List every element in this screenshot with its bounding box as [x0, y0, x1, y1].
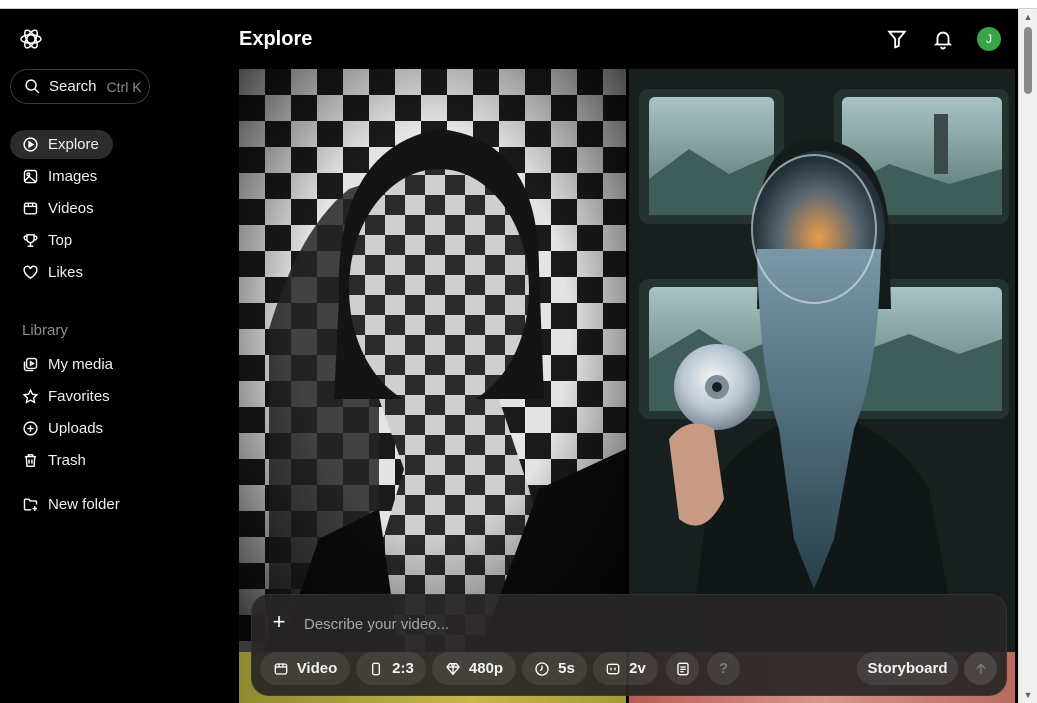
- storyboard-button[interactable]: Storyboard: [857, 652, 958, 685]
- scroll-thumb[interactable]: [1024, 27, 1032, 94]
- resolution-label: 480p: [468, 660, 504, 677]
- library-nav: My media Favorites Uploads Trash: [10, 350, 210, 478]
- media-icon: [23, 357, 38, 372]
- page-title: Explore: [239, 28, 313, 50]
- openai-logo-icon[interactable]: [19, 27, 43, 51]
- explore-icon: [23, 137, 38, 152]
- upload-icon: [23, 421, 38, 436]
- nav-label: New folder: [48, 496, 120, 513]
- nav-item-uploads[interactable]: Uploads: [10, 414, 210, 443]
- folder-nav: New folder: [10, 490, 210, 522]
- nav-label: Top: [48, 232, 73, 249]
- duration-label: 5s: [558, 660, 575, 677]
- new-folder-button[interactable]: New folder: [10, 490, 210, 519]
- search-button[interactable]: Search Ctrl K: [10, 69, 150, 104]
- nav-label: Uploads: [48, 420, 104, 437]
- help-button[interactable]: ?: [707, 652, 740, 685]
- trophy-icon: [23, 234, 38, 247]
- video-icon: [23, 202, 38, 215]
- folder-plus-icon: [23, 498, 38, 511]
- glass-head-portrait-image: [629, 69, 1015, 652]
- heart-icon: [23, 265, 38, 280]
- main-nav: Explore Images Videos Top Likes: [10, 130, 210, 290]
- variations-button[interactable]: 2v: [593, 652, 658, 685]
- search-icon: [25, 79, 40, 94]
- trash-icon: [24, 454, 37, 467]
- bell-icon[interactable]: [932, 28, 954, 50]
- library-section-title: Library: [22, 322, 68, 339]
- page-scrollbar[interactable]: ▲ ▼: [1018, 9, 1037, 703]
- clock-icon: [535, 661, 549, 676]
- star-icon: [22, 388, 39, 404]
- type-label: Video: [296, 660, 338, 677]
- nav-item-videos[interactable]: Videos: [10, 194, 210, 223]
- duration-button[interactable]: 5s: [522, 652, 587, 685]
- nav-label: Likes: [48, 264, 84, 281]
- submit-button[interactable]: [964, 652, 997, 685]
- nav-item-trash[interactable]: Trash: [10, 446, 210, 475]
- nav-item-likes[interactable]: Likes: [10, 258, 210, 287]
- prompt-input[interactable]: [304, 613, 904, 635]
- window-top-strip: [0, 0, 1037, 9]
- nav-label: My media: [48, 356, 114, 373]
- nav-label: Images: [48, 168, 98, 185]
- avatar[interactable]: J: [977, 27, 1001, 51]
- diamond-icon: [446, 662, 460, 675]
- nav-item-my-media[interactable]: My media: [10, 350, 210, 379]
- scroll-down-arrow-icon[interactable]: ▼: [1019, 687, 1037, 703]
- nav-item-images[interactable]: Images: [10, 162, 210, 191]
- gallery-tile-checkerboard-portrait[interactable]: [239, 69, 626, 652]
- search-label: Search: [49, 78, 97, 95]
- help-label: ?: [718, 660, 729, 677]
- nav-label: Explore: [48, 136, 99, 153]
- video-icon: [274, 662, 288, 675]
- variations-label: 2v: [629, 660, 646, 677]
- aspect-ratio-button[interactable]: 2:3: [356, 652, 426, 685]
- checkerboard-portrait-image: [239, 69, 626, 652]
- arrow-up-icon: [975, 662, 986, 674]
- portrait-ratio-icon: [372, 662, 381, 675]
- presets-icon: [676, 662, 689, 675]
- variations-icon: [606, 663, 620, 674]
- resolution-button[interactable]: 480p: [432, 652, 516, 685]
- type-select-button[interactable]: Video: [260, 652, 350, 685]
- nav-item-favorites[interactable]: Favorites: [10, 382, 210, 411]
- presets-button[interactable]: [666, 652, 699, 685]
- filter-icon[interactable]: [886, 28, 908, 50]
- image-icon: [23, 169, 38, 184]
- nav-label: Trash: [48, 452, 86, 469]
- storyboard-label: Storyboard: [867, 660, 948, 677]
- prompt-composer: + Video 2:3 480p 5s 2v ? Storyboard: [251, 594, 1007, 696]
- aspect-label: 2:3: [392, 660, 414, 677]
- add-attachment-button[interactable]: +: [269, 611, 289, 633]
- nav-label: Favorites: [48, 388, 110, 405]
- search-shortcut: Ctrl K: [106, 78, 142, 95]
- scroll-up-arrow-icon[interactable]: ▲: [1019, 9, 1037, 25]
- nav-item-explore[interactable]: Explore: [10, 130, 113, 159]
- nav-label: Videos: [48, 200, 94, 217]
- gallery-tile-glass-head-portrait[interactable]: [629, 69, 1015, 652]
- nav-item-top[interactable]: Top: [10, 226, 210, 255]
